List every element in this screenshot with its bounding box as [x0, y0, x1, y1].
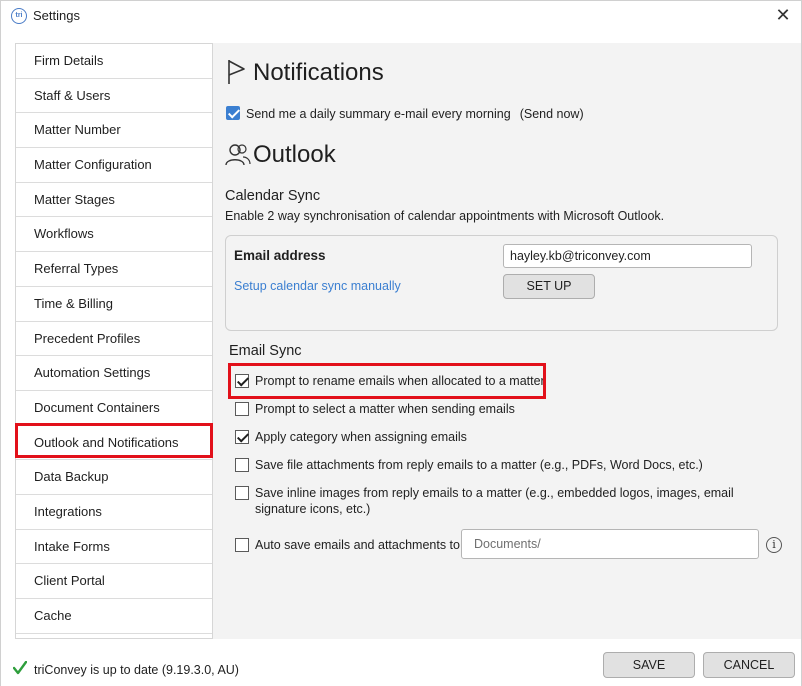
email-sync-option-label: Prompt to select a matter when sending e…: [255, 402, 515, 416]
settings-sidebar: Firm Details Staff & Users Matter Number Ma…: [15, 43, 213, 639]
app-logo-icon: tri: [11, 8, 27, 24]
sidebar-item-matter-number[interactable]: Matter Number: [16, 113, 212, 149]
sidebar-item-staff-users[interactable]: Staff & Users: [16, 79, 212, 114]
sidebar-item-cache[interactable]: Cache: [16, 599, 212, 634]
sidebar-item-client-portal[interactable]: Client Portal: [16, 564, 212, 599]
email-sync-option-checkbox[interactable]: [235, 458, 249, 472]
email-sync-option[interactable]: Prompt to select a matter when sending e…: [235, 401, 775, 417]
info-icon[interactable]: i: [766, 537, 782, 553]
sidebar-item-time-billing[interactable]: Time & Billing: [16, 287, 212, 322]
check-icon: [13, 661, 27, 675]
sidebar-item-referral-types[interactable]: Referral Types: [16, 252, 212, 287]
update-status-text: triConvey is up to date (9.19.3.0, AU): [34, 663, 239, 677]
email-sync-option[interactable]: Save file attachments from reply emails …: [235, 457, 775, 473]
title-bar: tri Settings ✕: [1, 1, 801, 31]
email-sync-option-checkbox[interactable]: [235, 486, 249, 500]
settings-body: Firm Details Staff & Users Matter Number Ma…: [15, 43, 801, 639]
rename-option-highlight: [228, 363, 546, 399]
settings-content: Notifications Send me a daily summary e-…: [213, 43, 801, 639]
window-title: Settings: [33, 8, 80, 23]
sidebar-item-integrations[interactable]: Integrations: [16, 495, 212, 530]
auto-save-path-input[interactable]: [461, 529, 759, 559]
email-address-label: Email address: [234, 248, 326, 263]
email-sync-option-label: Save inline images from reply emails to …: [255, 486, 734, 516]
sidebar-item-matter-configuration[interactable]: Matter Configuration: [16, 148, 212, 183]
sidebar-item-matter-stages[interactable]: Matter Stages: [16, 183, 212, 218]
flag-icon: [228, 60, 245, 84]
sidebar-item-automation-settings[interactable]: Automation Settings: [16, 356, 212, 391]
save-button[interactable]: SAVE: [603, 652, 695, 678]
sidebar-item-firm-details[interactable]: Firm Details: [16, 44, 212, 79]
auto-save-row[interactable]: Auto save emails and attachments to:: [235, 537, 463, 553]
email-sync-option[interactable]: Save inline images from reply emails to …: [235, 485, 775, 517]
calendar-sync-panel: Email address Setup calendar sync manual…: [225, 235, 778, 331]
sidebar-item-data-backup[interactable]: Data Backup: [16, 460, 212, 495]
sidebar-item-precedent-profiles[interactable]: Precedent Profiles: [16, 322, 212, 357]
close-icon[interactable]: ✕: [773, 5, 793, 25]
auto-save-label: Auto save emails and attachments to:: [255, 538, 464, 552]
daily-summary-checkbox[interactable]: [226, 106, 240, 120]
sidebar-item-intake-forms[interactable]: Intake Forms: [16, 530, 212, 565]
auto-save-checkbox[interactable]: [235, 538, 249, 552]
users-icon: [225, 144, 251, 166]
calendar-sync-description: Enable 2 way synchronisation of calendar…: [225, 209, 665, 223]
daily-summary-label: Send me a daily summary e-mail every mor…: [246, 107, 511, 121]
footer-bar: triConvey is up to date (9.19.3.0, AU) S…: [1, 639, 801, 686]
send-now-link[interactable]: (Send now): [520, 106, 584, 122]
email-sync-option[interactable]: Apply category when assigning emails: [235, 429, 775, 445]
email-address-input[interactable]: [503, 244, 752, 268]
settings-window: tri Settings ✕ Firm Details Staff & Users…: [0, 0, 802, 686]
daily-summary-row[interactable]: Send me a daily summary e-mail every mor…: [226, 106, 584, 122]
email-sync-option-checkbox[interactable]: [235, 430, 249, 444]
email-sync-option-label: Save file attachments from reply emails …: [255, 458, 703, 472]
active-nav-highlight: [15, 423, 213, 458]
outlook-title: Outlook: [253, 141, 336, 168]
sidebar-item-workflows[interactable]: Workflows: [16, 217, 212, 253]
setup-button[interactable]: SET UP: [503, 274, 595, 299]
cancel-button[interactable]: CANCEL: [703, 652, 795, 678]
sidebar-item-document-containers[interactable]: Document Containers: [16, 391, 212, 426]
email-sync-option-checkbox[interactable]: [235, 402, 249, 416]
setup-calendar-sync-link[interactable]: Setup calendar sync manually: [234, 279, 401, 293]
notifications-title: Notifications: [253, 59, 384, 86]
email-sync-heading: Email Sync: [229, 343, 302, 359]
email-sync-option-label: Apply category when assigning emails: [255, 430, 467, 444]
calendar-sync-heading: Calendar Sync: [225, 188, 321, 204]
